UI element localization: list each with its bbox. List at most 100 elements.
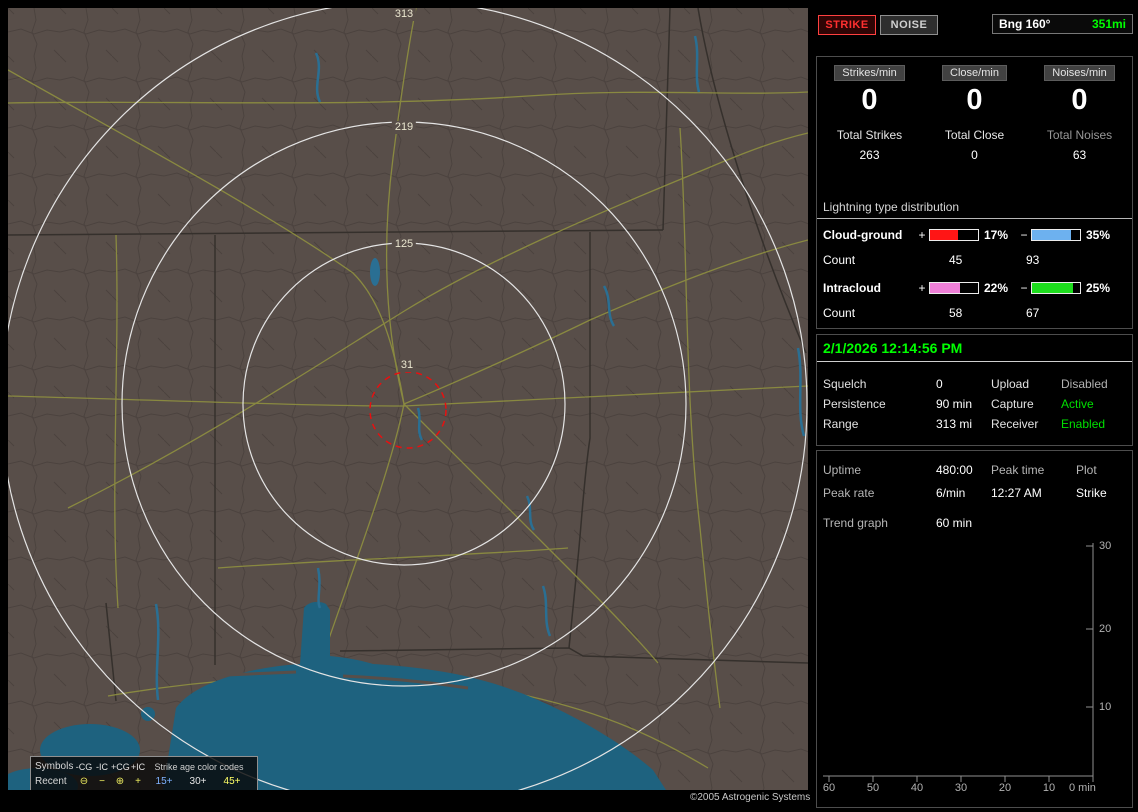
ic-negative-bar — [1031, 281, 1081, 294]
close-per-min-header: Close/min — [942, 65, 1007, 81]
current-datetime: 2/1/2026 12:14:56 PM — [817, 335, 1132, 362]
total-noises-value: 63 — [1072, 148, 1087, 162]
total-close-label: Total Close — [944, 128, 1005, 142]
x-axis-tick-20: 20 — [998, 782, 1012, 794]
noise-button[interactable]: NOISE — [880, 15, 938, 35]
noises-column: Noises/min 0 Total Noises 63 — [1027, 63, 1132, 162]
trend-graph-row: Trend graph 60 min — [817, 516, 1132, 536]
legend-age-header: Strike age color codes — [154, 761, 244, 772]
range-value: 313 mi — [936, 417, 973, 431]
x-axis-tick-0: 0 min — [1069, 782, 1096, 794]
capture-status: Active — [1061, 397, 1094, 411]
ring-label-125: 125 — [391, 238, 417, 251]
persistence-capture-row: Persistence 90 min Capture Active — [817, 397, 1132, 417]
cg-positive-pct: 17% — [984, 227, 1009, 242]
pos-cg-icon: ⊕ — [115, 776, 125, 787]
count-label: Count — [823, 253, 856, 267]
neg-ic-icon: − — [99, 776, 105, 787]
status-panel: 2/1/2026 12:14:56 PM Squelch 0 Upload Di… — [816, 334, 1133, 446]
cg-negative-bar — [1031, 228, 1081, 241]
legend-recent-row: Recent ⊖ − ⊕ + 15+ 30+ 45+ — [35, 774, 253, 789]
x-axis-tick-40: 40 — [910, 782, 924, 794]
total-strikes-label: Total Strikes — [836, 128, 903, 142]
range-label: Range — [823, 417, 859, 431]
ring-label-313: 313 — [391, 8, 417, 21]
trend-graph: 30 20 10 60 50 40 30 20 10 0 min — [817, 540, 1134, 809]
legend-symbols-header: Symbols — [35, 761, 74, 772]
x-axis-tick-10: 10 — [1042, 782, 1056, 794]
cg-negative-pct: 35% — [1086, 227, 1111, 242]
peak-rate-label: Peak rate — [823, 486, 875, 500]
cg-negative-count: 93 — [1026, 253, 1040, 267]
legend-col-pos-ic: +IC — [130, 761, 146, 772]
upload-status: Disabled — [1061, 377, 1108, 391]
uptime-label: Uptime — [823, 463, 862, 477]
peak-time-label: Peak time — [991, 463, 1045, 477]
y-axis-tick-20: 20 — [1099, 623, 1112, 635]
stormvue-app: 313 219 125 31 Symbols -CG -IC +CG +IC S… — [0, 0, 1138, 812]
map-legend: Symbols -CG -IC +CG +IC Strike age color… — [30, 756, 258, 790]
upload-label: Upload — [991, 377, 1030, 391]
bearing-label: Bng 160° — [999, 17, 1051, 31]
cloud-ground-label: Cloud-ground — [823, 227, 903, 242]
legend-old-row: Old ⊖ − ⊕ + 60+ 75+ 90+ — [35, 789, 253, 790]
close-per-min-value: 0 — [966, 84, 983, 116]
lightning-map[interactable]: 313 219 125 31 Symbols -CG -IC +CG +IC S… — [8, 8, 808, 790]
plot-label: Plot — [1076, 463, 1097, 477]
ic-negative-pct: 25% — [1086, 280, 1111, 295]
strikes-column: Strikes/min 0 Total Strikes 263 — [817, 63, 922, 162]
copyright-text: ©2005 Astrogenic Systems — [690, 792, 811, 803]
intracloud-row: Intracloud + 22% − 25% — [817, 274, 1132, 301]
intracloud-label: Intracloud — [823, 280, 882, 295]
ic-positive-pct: 22% — [984, 280, 1009, 295]
strikes-per-min-value: 0 — [861, 84, 878, 116]
bearing-display: Bng 160° 351mi — [992, 14, 1133, 34]
uptime-value: 480:00 — [936, 463, 973, 477]
trend-graph-label: Trend graph — [823, 516, 888, 530]
persistence-label: Persistence — [823, 397, 886, 411]
total-strikes-value: 263 — [859, 148, 880, 162]
squelch-value: 0 — [936, 377, 943, 391]
peak-rate-row: Peak rate 6/min 12:27 AM Strike — [817, 486, 1132, 506]
total-noises-label: Total Noises — [1046, 128, 1113, 142]
count-label: Count — [823, 306, 856, 320]
age-15-label: 15+ — [155, 776, 173, 787]
strike-button[interactable]: STRIKE — [818, 15, 876, 35]
neg-cg-icon: ⊖ — [79, 776, 89, 787]
squelch-label: Squelch — [823, 377, 867, 391]
noises-per-min-value: 0 — [1071, 84, 1088, 116]
age-45-label: 45+ — [223, 776, 241, 787]
legend-col-neg-cg: -CG — [75, 761, 93, 772]
plus-sign: + — [918, 227, 926, 242]
receiver-status: Enabled — [1061, 417, 1106, 431]
strikes-per-min-header: Strikes/min — [834, 65, 905, 81]
intracloud-count-row: Count 58 67 — [817, 301, 1132, 327]
cloud-ground-row: Cloud-ground + 17% − 35% — [817, 221, 1132, 248]
y-axis-tick-10: 10 — [1099, 701, 1112, 713]
x-axis-tick-30: 30 — [954, 782, 968, 794]
ring-label-219: 219 — [391, 121, 417, 134]
total-close-value: 0 — [971, 148, 978, 162]
rate-columns: Strikes/min 0 Total Strikes 263 Close/mi… — [817, 63, 1132, 162]
noises-per-min-header: Noises/min — [1044, 65, 1115, 81]
legend-header-row: Symbols -CG -IC +CG +IC Strike age color… — [35, 759, 253, 774]
cg-positive-count: 45 — [949, 253, 963, 267]
lightning-distribution: Lightning type distribution Cloud-ground… — [817, 200, 1132, 327]
range-receiver-row: Range 313 mi Receiver Enabled — [817, 417, 1132, 437]
close-column: Close/min 0 Total Close 0 — [922, 63, 1027, 162]
plot-value: Strike — [1076, 486, 1107, 500]
bearing-distance: 351mi — [1091, 17, 1126, 31]
cloud-ground-count-row: Count 45 93 — [817, 248, 1132, 274]
ic-positive-count: 58 — [949, 306, 963, 320]
minus-sign: − — [1020, 280, 1028, 295]
ic-negative-count: 67 — [1026, 306, 1040, 320]
minus-sign: − — [1020, 227, 1028, 242]
distribution-title: Lightning type distribution — [817, 200, 1132, 219]
sidebar: STRIKE NOISE Bng 160° 351mi Strikes/min … — [816, 0, 1138, 812]
plus-sign: + — [918, 280, 926, 295]
capture-label: Capture — [991, 397, 1034, 411]
legend-col-pos-cg: +CG — [111, 761, 130, 772]
pos-ic-icon: + — [135, 776, 141, 787]
receiver-label: Receiver — [991, 417, 1039, 431]
session-panel: Uptime 480:00 Peak time Plot Peak rate 6… — [816, 450, 1133, 808]
